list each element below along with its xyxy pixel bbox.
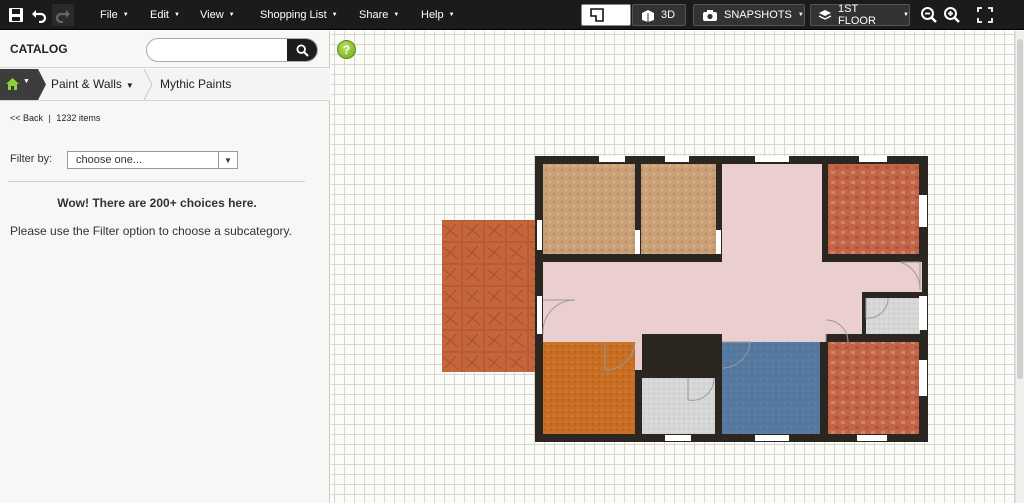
search-icon [295,43,309,57]
breadcrumb-mythic-paints[interactable]: Mythic Paints [160,69,231,100]
menu-help-label: Help [421,9,444,21]
chevron-down-icon: ▼ [173,12,180,18]
menu-help[interactable]: Help ▼ [421,0,455,30]
chevron-down-icon: ▼ [218,152,237,168]
room-grey-small[interactable] [866,298,920,334]
separator: | [48,113,51,123]
chevron-down-icon: ▼ [125,81,134,90]
fullscreen-icon[interactable] [974,4,996,26]
breadcrumb-separator [144,69,153,100]
menu-shopping-list[interactable]: Shopping List ▼ [260,0,338,30]
breadcrumb: ▼ Paint & Walls ▼ Mythic Paints [0,69,330,101]
menu-share-label: Share [359,9,389,21]
chevron-down-icon: ▼ [393,12,400,18]
filter-select-value: choose one... [76,154,143,166]
room-blue[interactable] [722,342,820,434]
top-toolbar: File ▼ Edit ▼ View ▼ Shopping List ▼ Share ▼ … [0,0,1024,30]
chevron-down-icon: ▼ [448,12,455,18]
menu-edit[interactable]: Edit ▼ [150,0,180,30]
notice-text: Please use the Filter option to choose a… [10,224,292,238]
chevron-down-icon: ▼ [23,78,30,85]
room-brick-bottom[interactable] [828,342,919,434]
back-link[interactable]: << Back [10,113,43,123]
undo-icon[interactable] [28,4,50,26]
save-icon[interactable] [5,4,27,26]
notice-title: Wow! There are 200+ choices here. [57,196,257,210]
back-line: << Back | 1232 items [10,113,100,123]
search-button[interactable] [287,39,317,61]
3d-view-icon [640,8,656,22]
redo-icon[interactable] [52,4,74,26]
chevron-down-icon: ▼ [797,12,804,18]
vertical-scrollbar[interactable] [1015,31,1024,503]
chevron-down-icon: ▼ [331,12,338,18]
view-3d-button[interactable]: 3D [632,4,686,26]
home-icon [5,77,20,91]
breadcrumb-paint-walls[interactable]: Paint & Walls ▼ [51,69,134,100]
menu-file[interactable]: File ▼ [100,0,129,30]
menu-shopping-list-label: Shopping List [260,9,327,21]
catalog-search [146,38,318,62]
breadcrumb-mythic-paints-label: Mythic Paints [160,77,232,91]
menu-file-label: File [100,9,118,21]
catalog-header: CATALOG [0,31,330,68]
filter-label: Filter by: [10,153,53,165]
breadcrumb-separator [38,69,46,100]
plan-view-button[interactable] [581,4,631,26]
room-brick-top[interactable] [828,164,919,254]
item-count: 1232 items [56,113,101,123]
menu-share[interactable]: Share ▼ [359,0,399,30]
snapshots-label: SNAPSHOTS [724,9,792,21]
room-grey-bath[interactable] [642,378,715,434]
search-input[interactable] [157,42,282,58]
room-beige-1[interactable] [543,164,635,254]
zoom-out-icon[interactable] [918,4,940,26]
chevron-down-icon: ▼ [228,12,235,18]
floor-selector[interactable]: 1ST FLOOR ▼ [810,3,910,27]
catalog-title: CATALOG [10,42,68,56]
menu-view[interactable]: View ▼ [200,0,235,30]
zoom-in-icon[interactable] [941,4,963,26]
snapshots-button[interactable]: SNAPSHOTS ▼ [693,4,805,26]
menu-edit-label: Edit [150,9,169,21]
floor-plan[interactable] [331,31,1015,503]
menu-view-label: View [200,9,224,21]
breadcrumb-paint-walls-label: Paint & Walls [51,77,122,91]
chevron-down-icon: ▼ [903,12,909,18]
app-window: File ▼ Edit ▼ View ▼ Shopping List ▼ Share ▼ … [0,0,1024,503]
room-beige-2[interactable] [641,164,716,254]
patio-area[interactable] [442,220,540,372]
floor-label: 1ST FLOOR [838,3,876,27]
camera-icon [702,9,718,22]
room-orange[interactable] [543,342,635,434]
scrollbar-thumb[interactable] [1017,39,1023,379]
plan-view-icon [590,8,604,22]
layers-icon [818,9,832,22]
home-crumb[interactable]: ▼ [0,69,38,100]
filter-select[interactable]: choose one... ▼ [67,151,238,169]
divider [8,181,305,182]
catalog-sidebar: CATALOG ▼ Paint & Walls ▼ Mythic Paints … [0,31,330,503]
chevron-down-icon: ▼ [122,12,129,18]
view-3d-label: 3D [661,9,676,21]
